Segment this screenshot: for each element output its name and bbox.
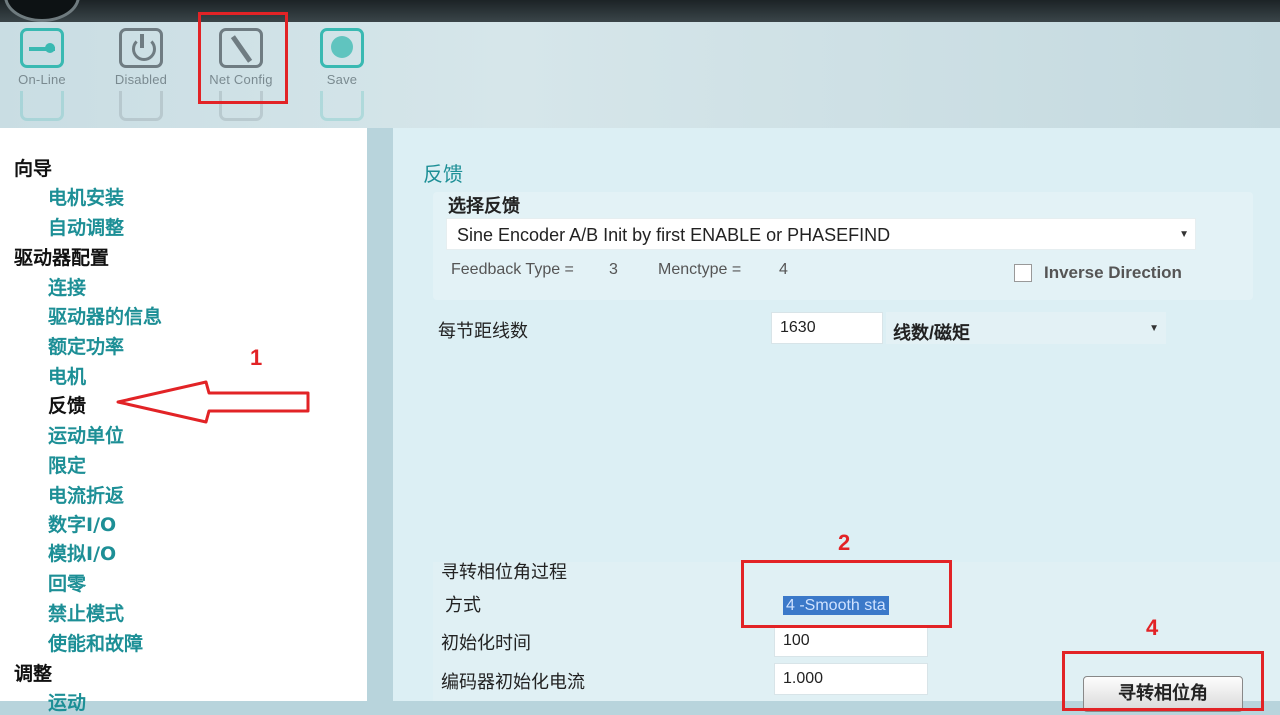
method-label: 方式 — [445, 595, 481, 616]
nav-item-motor[interactable]: 电机 — [48, 362, 86, 389]
annotation-number-1: 1 — [250, 345, 263, 370]
annotation-arrow-1 — [116, 380, 310, 424]
online-label: On-Line — [18, 72, 66, 87]
inverse-direction-label: Inverse Direction — [1044, 263, 1182, 282]
nav-item-feedback[interactable]: 反馈 — [48, 391, 86, 418]
nav-item-rated-power[interactable]: 额定功率 — [48, 332, 124, 359]
toolbar: On-Line Disabled Net Config Save — [0, 22, 1280, 128]
app-logo — [4, 0, 80, 22]
save-icon — [320, 28, 364, 68]
nav-section-wizard[interactable]: 向导 — [14, 154, 52, 181]
nav-item-enable-fault[interactable]: 使能和故障 — [48, 629, 143, 656]
disabled-icon-reflection — [119, 91, 163, 121]
lines-per-pitch-input[interactable]: 1630 — [771, 312, 883, 344]
init-current-input[interactable]: 1.000 — [774, 663, 928, 695]
save-icon-reflection — [320, 91, 364, 121]
menctype-value: 4 — [779, 261, 788, 278]
nav-item-motion-units[interactable]: 运动单位 — [48, 421, 124, 448]
lines-per-pitch-label: 每节距线数 — [438, 321, 528, 342]
lines-unit-value: 线数/磁矩 — [893, 323, 971, 343]
annotation-number-4: 4 — [1146, 615, 1159, 640]
power-icon — [119, 28, 163, 68]
feedback-type-label: Feedback Type = — [451, 261, 574, 278]
nav-item-limits[interactable]: 限定 — [48, 451, 86, 478]
feedback-select-value: Sine Encoder A/B Init by first ENABLE or… — [457, 225, 891, 245]
init-time-label: 初始化时间 — [441, 633, 531, 654]
nav-item-disable-mode[interactable]: 禁止模式 — [48, 599, 124, 626]
nav-item-digital-io[interactable]: 数字I/O — [48, 510, 116, 537]
annotation-number-2: 2 — [838, 530, 851, 555]
nav-item-motion[interactable]: 运动 — [48, 688, 86, 715]
online-icon — [20, 28, 64, 68]
dropdown-arrow-icon: ▼ — [1149, 323, 1159, 334]
nav-item-homing[interactable]: 回零 — [48, 569, 86, 596]
nav-item-analog-io[interactable]: 模拟I/O — [48, 539, 116, 566]
online-icon-reflection — [20, 91, 64, 121]
annotation-box-2 — [741, 560, 952, 628]
lines-unit-select[interactable]: 线数/磁矩 ▼ — [886, 312, 1166, 344]
nav-section-tuning[interactable]: 调整 — [14, 659, 52, 686]
init-current-label: 编码器初始化电流 — [441, 672, 585, 693]
annotation-box-3 — [198, 12, 288, 104]
init-time-input[interactable]: 100 — [774, 625, 928, 657]
feedback-type-value: 3 — [609, 261, 618, 278]
menctype-label: Menctype = — [658, 261, 742, 278]
dropdown-arrow-icon: ▼ — [1179, 229, 1189, 240]
panel-title: 反馈 — [423, 162, 463, 186]
nav-section-drive-config[interactable]: 驱动器配置 — [14, 243, 109, 270]
inverse-direction-checkbox[interactable] — [1014, 264, 1032, 282]
select-feedback-title: 选择反馈 — [448, 196, 520, 217]
save-label: Save — [326, 72, 358, 87]
nav-item-connection[interactable]: 连接 — [48, 273, 86, 300]
title-bar — [0, 0, 1280, 22]
disabled-label: Disabled — [114, 72, 168, 87]
nav-item-auto-tune[interactable]: 自动调整 — [48, 213, 124, 240]
nav-item-drive-info[interactable]: 驱动器的信息 — [48, 302, 162, 329]
phase-group-title: 寻转相位角过程 — [441, 562, 567, 583]
feedback-select[interactable]: Sine Encoder A/B Init by first ENABLE or… — [446, 218, 1196, 250]
nav-item-motor-install[interactable]: 电机安装 — [48, 183, 124, 210]
save-button[interactable]: Save — [302, 28, 382, 121]
annotation-box-4 — [1062, 651, 1264, 711]
disabled-button[interactable]: Disabled — [101, 28, 181, 121]
nav-item-current-foldback[interactable]: 电流折返 — [48, 481, 124, 508]
online-button[interactable]: On-Line — [2, 28, 82, 121]
